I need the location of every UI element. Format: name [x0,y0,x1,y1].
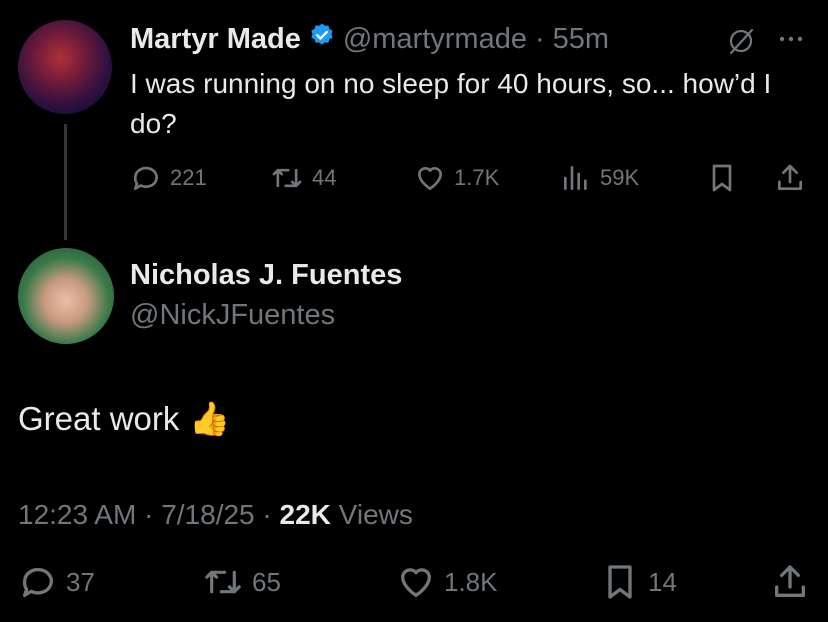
reply-icon [22,567,53,597]
display-name[interactable]: Nicholas J. Fuentes [130,256,402,294]
reply-icon [133,166,158,190]
thread-connector-line [64,124,67,240]
like-count: 1.7K [454,165,500,190]
share-icon [778,164,802,190]
views-count: 59K [600,165,640,190]
handle[interactable]: @martyrmade [343,20,527,58]
tweet-text-body: Great work [18,400,180,437]
thumbs-up-emoji-icon: 👍 [189,400,231,437]
grok-icon[interactable] [726,26,756,56]
views-icon [564,166,587,190]
repost-icon [205,570,241,594]
tweet-text: I was running on no sleep for 40 hours, … [130,68,772,139]
tweet-actions: 221 44 1.7K 59K [130,162,810,198]
handle[interactable]: @NickJFuentes [130,296,335,334]
like-button[interactable]: 1.8K [396,562,498,602]
avatar-nicholas-fuentes[interactable] [18,248,114,344]
tweet-metadata: 12:23 AM · 7/18/25 · 22K Views [18,496,413,534]
separator: · [262,499,272,530]
views-label: Views [338,499,413,530]
repost-count: 44 [312,165,337,190]
separator: · [534,23,545,55]
reply-count: 37 [66,566,95,597]
views-button[interactable]: 59K [560,162,639,194]
separator: · [144,499,154,530]
repost-button[interactable]: 65 [202,562,281,602]
tweet-text: Great work 👍 [18,396,230,442]
tweet-time[interactable]: 12:23 AM [18,499,136,530]
bookmark-icon [712,164,732,192]
repost-count: 65 [252,566,281,597]
share-icon [775,565,805,597]
like-count: 1.8K [444,566,498,597]
avatar-martyr-made[interactable] [18,20,112,114]
timestamp[interactable]: 55m [553,20,609,58]
like-icon [401,568,431,597]
verified-badge-icon [309,20,335,58]
like-button[interactable]: 1.7K [414,162,499,194]
more-icon[interactable] [776,24,806,61]
like-icon [418,166,442,190]
share-button[interactable] [774,162,806,194]
bookmark-count: 14 [648,566,677,597]
tweet-date[interactable]: 7/18/25 [161,499,254,530]
tweet-header: Martyr Made @martyrmade · 55m [130,20,609,58]
bookmark-icon [608,565,632,599]
repost-button[interactable]: 44 [270,162,336,194]
reply-count: 221 [170,165,207,190]
tweet-actions: 37 65 1.8K 14 [18,562,818,606]
reply-button[interactable]: 37 [18,562,95,602]
bookmark-button[interactable] [706,162,738,194]
views-count: 22K [279,499,331,530]
reply-button[interactable]: 221 [130,162,207,194]
display-name[interactable]: Martyr Made [130,20,301,58]
share-button[interactable] [770,562,810,602]
bookmark-button[interactable]: 14 [600,562,677,602]
repost-icon [272,168,302,188]
